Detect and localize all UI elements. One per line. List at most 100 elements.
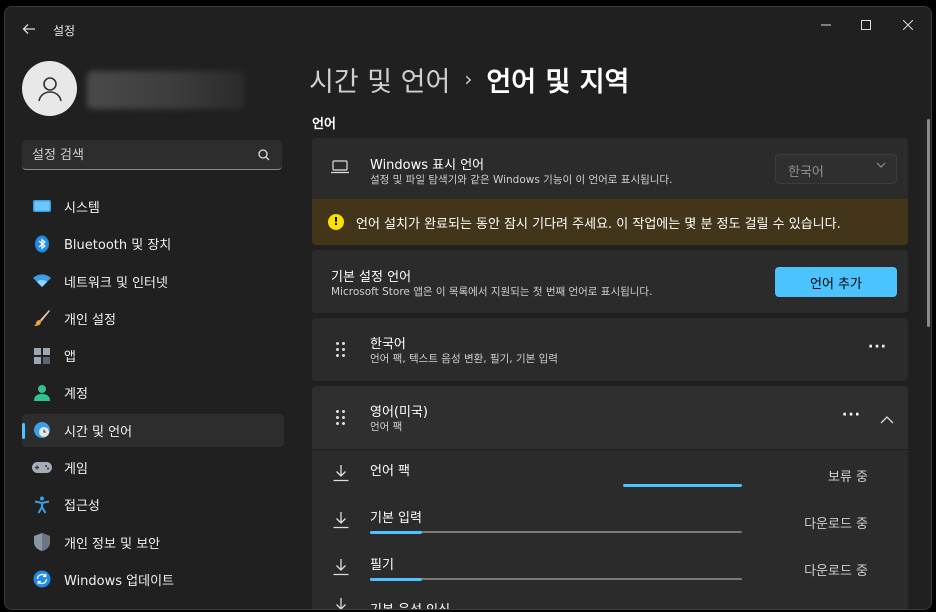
- preferred-languages-title: 기본 설정 언어: [331, 270, 412, 285]
- search-icon[interactable]: [256, 147, 272, 163]
- chevron-up-icon[interactable]: [880, 410, 894, 429]
- download-label: 언어 팩: [370, 464, 411, 479]
- download-icon: [333, 559, 349, 576]
- sidebar-item-label: 접근성: [64, 499, 100, 515]
- language-features: 언어 팩: [370, 421, 403, 433]
- display-language-subtitle: 설정 및 파일 탐색기와 같은 Windows 기능이 이 언어로 표시됩니다.: [370, 174, 673, 186]
- settings-search[interactable]: [22, 140, 282, 170]
- close-button[interactable]: [893, 15, 923, 39]
- gamepad-icon: [32, 458, 52, 478]
- sidebar-item-system[interactable]: 시스템: [22, 190, 284, 223]
- avatar[interactable]: [22, 61, 77, 116]
- settings-window: 설정 시스템 Bluetooth 및 장치 네트워크 및 인터넷: [4, 6, 932, 610]
- download-label: 기본 음성 인식: [370, 599, 450, 609]
- drag-handle-icon[interactable]: [336, 342, 348, 358]
- progress-bar: [370, 483, 742, 487]
- download-icon: [336, 598, 346, 609]
- sidebar-item-label: 네트워크 및 인터넷: [64, 275, 168, 291]
- sidebar-item-privacy[interactable]: 개인 정보 및 보안: [22, 526, 284, 559]
- sidebar-item-accounts[interactable]: 계정: [22, 376, 284, 409]
- sidebar-item-label: Bluetooth 및 장치: [64, 238, 172, 254]
- download-label: 필기: [370, 558, 394, 573]
- preferred-languages-subtitle: Microsoft Store 앱은 이 목록에서 지원되는 첫 번째 언어로 …: [331, 286, 653, 298]
- progress-bar: [370, 577, 742, 581]
- display-language-dropdown[interactable]: 한국어: [775, 154, 897, 184]
- language-item-english-us[interactable]: 영어(미국) 언어 팩 ···: [312, 386, 908, 449]
- sidebar-item-label: 개인 설정: [64, 312, 116, 328]
- apps-icon: [32, 346, 52, 366]
- update-icon: [32, 569, 52, 589]
- system-icon: [32, 197, 52, 217]
- sidebar-item-label: 앱: [64, 350, 76, 366]
- sidebar-item-label: 개인 정보 및 보안: [64, 536, 161, 552]
- user-name-blurred: [87, 71, 245, 109]
- maximize-icon: [861, 20, 871, 30]
- download-row-handwriting: 필기 다운로드 중: [312, 544, 908, 591]
- breadcrumb-parent[interactable]: 시간 및 언어: [309, 60, 450, 99]
- wifi-icon: [32, 271, 52, 291]
- download-status: 다운로드 중: [804, 564, 868, 579]
- chevron-down-icon: [876, 160, 886, 173]
- language-name: 영어(미국): [370, 405, 428, 420]
- warning-text: 언어 설치가 완료되는 동안 잠시 기다려 주세요. 이 작업에는 몇 분 정도…: [356, 217, 841, 232]
- search-input[interactable]: [32, 145, 252, 165]
- sidebar-item-windows-update[interactable]: Windows 업데이트: [22, 563, 284, 596]
- display-language-selected: 한국어: [788, 165, 824, 180]
- add-language-button[interactable]: 언어 추가: [775, 267, 897, 297]
- shield-icon: [32, 532, 52, 552]
- arrow-left-icon: [22, 24, 35, 34]
- sidebar-item-label: 시간 및 언어: [64, 424, 133, 440]
- download-icon: [333, 512, 349, 529]
- drag-handle-icon[interactable]: [336, 410, 348, 426]
- language-item-korean[interactable]: 한국어 언어 팩, 텍스트 음성 변환, 필기, 기본 입력 ···: [312, 318, 908, 381]
- sidebar-item-time-language[interactable]: 시간 및 언어: [22, 413, 284, 447]
- laptop-icon: [331, 160, 349, 174]
- sidebar-item-personalization[interactable]: 개인 설정: [22, 302, 284, 335]
- minimize-button[interactable]: [811, 15, 841, 39]
- scrollbar[interactable]: [927, 119, 930, 327]
- title-bar: 설정: [5, 7, 931, 51]
- time-language-icon: [32, 420, 52, 440]
- preferred-languages-card: 기본 설정 언어 Microsoft Store 앱은 이 목록에서 지원되는 …: [312, 250, 908, 313]
- download-row-language-pack: 언어 팩 보류 중: [312, 450, 908, 497]
- section-title-language: 언어: [312, 117, 336, 132]
- sidebar-item-label: 게임: [64, 462, 88, 478]
- sidebar-item-bluetooth[interactable]: Bluetooth 및 장치: [22, 227, 284, 260]
- maximize-button[interactable]: [851, 15, 881, 39]
- sidebar-item-apps[interactable]: 앱: [22, 339, 284, 372]
- brush-icon: [32, 308, 52, 328]
- sidebar-item-gaming[interactable]: 게임: [22, 451, 284, 484]
- person-icon: [37, 76, 62, 101]
- page-title: 언어 및 지역: [486, 66, 630, 98]
- more-options-icon[interactable]: ···: [868, 339, 887, 355]
- download-row-speech: 기본 음성 인식: [312, 591, 908, 609]
- minimize-icon: [821, 24, 831, 26]
- breadcrumb-separator: ›: [464, 67, 473, 91]
- progress-fill: [622, 483, 742, 487]
- display-language-title: Windows 표시 언어: [370, 158, 485, 173]
- breadcrumb: 시간 및 언어 › 언어 및 지역: [309, 59, 629, 99]
- sidebar-nav: 시스템 Bluetooth 및 장치 네트워크 및 인터넷 개인 설정 앱 계정…: [22, 190, 284, 600]
- sidebar-item-label: 계정: [64, 387, 88, 403]
- download-status: 보류 중: [827, 470, 868, 485]
- progress-bar: [370, 530, 742, 534]
- download-icon: [333, 465, 349, 482]
- display-language-card: Windows 표시 언어 설정 및 파일 탐색기와 같은 Windows 기능…: [312, 138, 908, 199]
- accessibility-icon: [32, 495, 52, 515]
- download-row-basic-input: 기본 입력 다운로드 중: [312, 497, 908, 544]
- sidebar-item-accessibility[interactable]: 접근성: [22, 488, 284, 521]
- sidebar-item-network[interactable]: 네트워크 및 인터넷: [22, 265, 284, 298]
- sidebar-item-label: 시스템: [64, 201, 100, 216]
- download-status: 다운로드 중: [804, 517, 868, 532]
- app-title: 설정: [53, 24, 76, 38]
- download-label: 기본 입력: [370, 511, 422, 526]
- close-icon: [902, 19, 914, 31]
- warning-icon: !: [328, 214, 344, 230]
- progress-fill: [370, 577, 423, 581]
- language-features: 언어 팩, 텍스트 음성 변환, 필기, 기본 입력: [370, 353, 558, 365]
- progress-fill: [370, 530, 423, 534]
- back-button[interactable]: [19, 19, 39, 39]
- account-icon: [32, 383, 52, 403]
- more-options-icon[interactable]: ···: [842, 407, 861, 423]
- language-name: 한국어: [370, 337, 406, 352]
